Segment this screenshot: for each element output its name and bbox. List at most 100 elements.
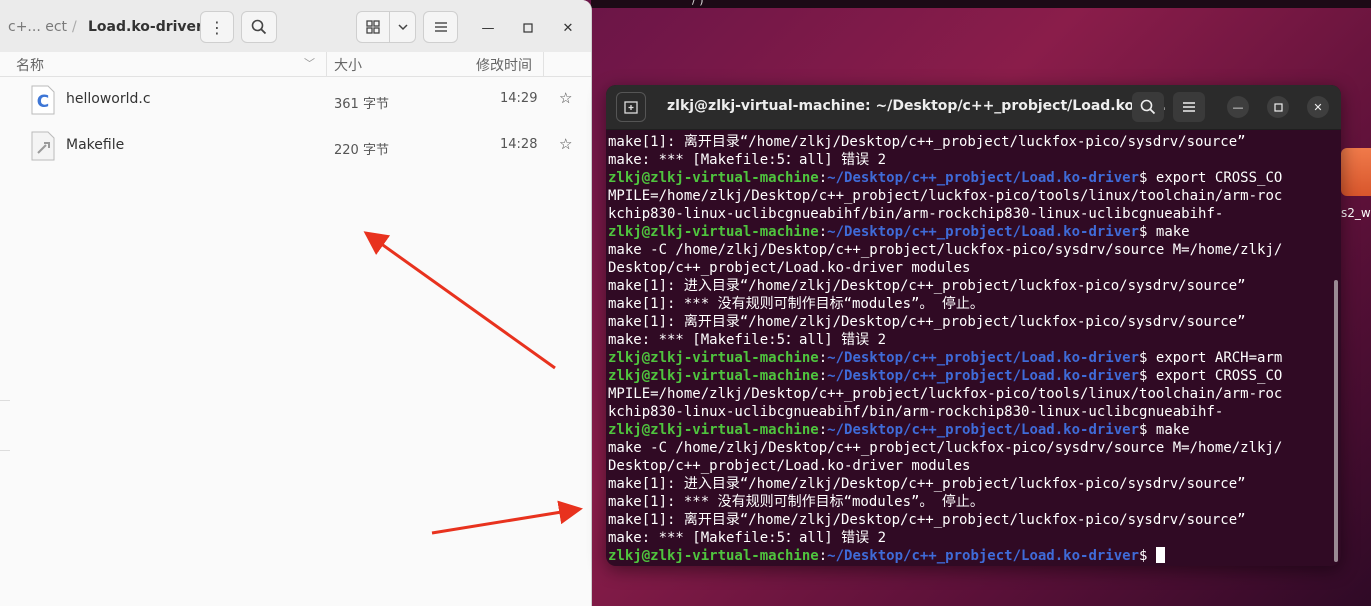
file-row[interactable]: C helloworld.c 361 字节 14:29 ☆ <box>0 77 591 123</box>
close-icon: ✕ <box>1313 100 1323 114</box>
desktop-folder-icon[interactable] <box>1341 148 1371 196</box>
hamburger-menu-icon <box>434 22 447 32</box>
terminal-line: kchip830-linux-uclibcgnueabihf/bin/arm-r… <box>608 206 1224 222</box>
terminal-menu-button[interactable] <box>1173 92 1205 122</box>
prompt-colon: : <box>818 422 828 438</box>
command-text: export CROSS_CO <box>1147 170 1283 186</box>
new-tab-button[interactable] <box>616 92 646 122</box>
desktop-top-bar <box>591 0 1371 8</box>
search-button[interactable] <box>241 11 277 43</box>
terminal-search-button[interactable] <box>1132 92 1164 122</box>
svg-text:C: C <box>37 92 49 112</box>
terminal-line: make: *** [Makefile:5：all] 错误 2 <box>608 332 887 348</box>
search-icon <box>1140 99 1156 115</box>
terminal-title: zlkj@zlkj-virtual-machine: ~/Desktop/c++… <box>667 98 1166 114</box>
file-modified-time: 14:28 <box>500 137 538 152</box>
minimize-button[interactable]: — <box>478 18 498 38</box>
prompt-colon: : <box>818 224 828 240</box>
breadcrumb-separator: / <box>72 19 77 35</box>
terminal-maximize-button[interactable] <box>1267 96 1289 118</box>
maximize-button[interactable] <box>518 18 538 38</box>
file-manager-window: c+... ect / Load.ko-driver ⋮ — ✕ 名称 ﹀ 大小… <box>0 0 592 606</box>
terminal-cursor <box>1155 547 1165 563</box>
minimize-icon: — <box>1232 100 1244 114</box>
desktop-item-label: s2_w <box>1341 206 1371 220</box>
breadcrumb-parent[interactable]: c+... ect <box>8 19 67 35</box>
file-size: 361 字节 <box>334 97 389 112</box>
terminal-line: make[1]: 进入目录“/home/zlkj/Desktop/c++_pro… <box>608 476 1246 492</box>
terminal-line: zlkj@zlkj-virtual-machine:~/Desktop/c++_… <box>608 547 1330 565</box>
terminal-line: make -C /home/zlkj/Desktop/c++_probject/… <box>608 440 1283 456</box>
file-name: Makefile <box>66 137 125 153</box>
sidebar-edge <box>0 400 10 401</box>
file-modified-time: 14:29 <box>500 91 538 106</box>
terminal-line: MPILE=/home/zlkj/Desktop/c++_probject/lu… <box>608 386 1283 402</box>
prompt-path: ~/Desktop/c++_probject/Load.ko-driver <box>827 548 1140 564</box>
column-header-name[interactable]: 名称 <box>16 55 44 75</box>
prompt-colon: : <box>818 368 828 384</box>
new-tab-icon <box>624 101 638 114</box>
terminal-close-button[interactable]: ✕ <box>1307 96 1329 118</box>
terminal-line: make[1]: *** 没有规则可制作目标“modules”。 停止。 <box>608 296 984 312</box>
prompt-user: zlkj@zlkj-virtual-machine <box>608 422 819 438</box>
close-button[interactable]: ✕ <box>558 18 578 38</box>
view-options-button[interactable] <box>389 11 416 43</box>
terminal-line: MPILE=/home/zlkj/Desktop/c++_probject/lu… <box>608 188 1283 204</box>
terminal-line: Desktop/c++_probject/Load.ko-driver modu… <box>608 260 971 276</box>
star-icon[interactable]: ☆ <box>559 89 572 107</box>
prompt-user: zlkj@zlkj-virtual-machine <box>608 224 819 240</box>
main-menu-button[interactable] <box>423 11 458 43</box>
minimize-icon: — <box>481 20 495 36</box>
terminal-line: make[1]: 离开目录“/home/zlkj/Desktop/c++_pro… <box>608 134 1246 150</box>
terminal-line: make[1]: *** 没有规则可制作目标“modules”。 停止。 <box>608 494 984 510</box>
maximize-icon <box>1273 102 1283 112</box>
terminal-line: make: *** [Makefile:5：all] 错误 2 <box>608 530 887 546</box>
terminal-line: make[1]: 离开目录“/home/zlkj/Desktop/c++_pro… <box>608 512 1246 528</box>
terminal-line: Desktop/c++_probject/Load.ko-driver modu… <box>608 458 971 474</box>
file-row[interactable]: Makefile 220 字节 14:28 ☆ <box>0 123 591 169</box>
terminal-output[interactable]: make[1]: 离开目录“/home/zlkj/Desktop/c++_pro… <box>608 133 1330 565</box>
column-divider <box>326 52 327 76</box>
terminal-line: zlkj@zlkj-virtual-machine:~/Desktop/c++_… <box>608 421 1330 439</box>
view-grid-button[interactable] <box>356 11 390 43</box>
breadcrumb-current[interactable]: Load.ko-driver <box>88 19 203 35</box>
grid-view-icon <box>366 20 380 34</box>
terminal-window: zlkj@zlkj-virtual-machine: ~/Desktop/c++… <box>606 85 1341 566</box>
desktop-top-text: / ) <box>692 0 704 7</box>
terminal-minimize-button[interactable]: — <box>1227 96 1249 118</box>
terminal-line: make[1]: 离开目录“/home/zlkj/Desktop/c++_pro… <box>608 314 1246 330</box>
terminal-line: zlkj@zlkj-virtual-machine:~/Desktop/c++_… <box>608 223 1330 241</box>
prompt-path: ~/Desktop/c++_probject/Load.ko-driver <box>827 170 1140 186</box>
column-header-modified[interactable]: 修改时间 <box>476 55 532 75</box>
file-size: 220 字节 <box>334 143 389 158</box>
terminal-line: zlkj@zlkj-virtual-machine:~/Desktop/c++_… <box>608 169 1330 187</box>
prompt-user: zlkj@zlkj-virtual-machine <box>608 548 819 564</box>
terminal-line: make: *** [Makefile:5：all] 错误 2 <box>608 152 887 168</box>
hamburger-menu-icon <box>1183 102 1195 112</box>
terminal-line: kchip830-linux-uclibcgnueabihf/bin/arm-r… <box>608 404 1224 420</box>
terminal-scrollbar[interactable] <box>1334 280 1338 562</box>
column-header-bar: 名称 ﹀ 大小 修改时间 <box>0 52 591 77</box>
maximize-icon <box>523 23 533 33</box>
terminal-line: make -C /home/zlkj/Desktop/c++_probject/… <box>608 242 1283 258</box>
prompt-path: ~/Desktop/c++_probject/Load.ko-driver <box>827 422 1140 438</box>
makefile-icon <box>31 131 55 161</box>
prompt-path: ~/Desktop/c++_probject/Load.ko-driver <box>827 224 1140 240</box>
terminal-headerbar: zlkj@zlkj-virtual-machine: ~/Desktop/c++… <box>606 85 1341 130</box>
command-text: export CROSS_CO <box>1147 368 1283 384</box>
more-vertical-icon: ⋮ <box>209 17 225 37</box>
path-menu-button[interactable]: ⋮ <box>200 11 234 43</box>
sort-chevron-icon: ﹀ <box>304 57 315 70</box>
star-icon[interactable]: ☆ <box>559 135 572 153</box>
chevron-down-icon <box>397 24 408 31</box>
column-header-size[interactable]: 大小 <box>334 55 362 75</box>
file-name: helloworld.c <box>66 91 151 107</box>
prompt-path: ~/Desktop/c++_probject/Load.ko-driver <box>827 368 1140 384</box>
close-icon: ✕ <box>562 20 574 36</box>
command-text: export ARCH=arm <box>1147 350 1283 366</box>
command-text <box>1147 548 1155 564</box>
prompt-colon: : <box>818 350 828 366</box>
c-source-file-icon: C <box>31 85 55 115</box>
prompt-colon: : <box>818 548 828 564</box>
prompt-user: zlkj@zlkj-virtual-machine <box>608 368 819 384</box>
